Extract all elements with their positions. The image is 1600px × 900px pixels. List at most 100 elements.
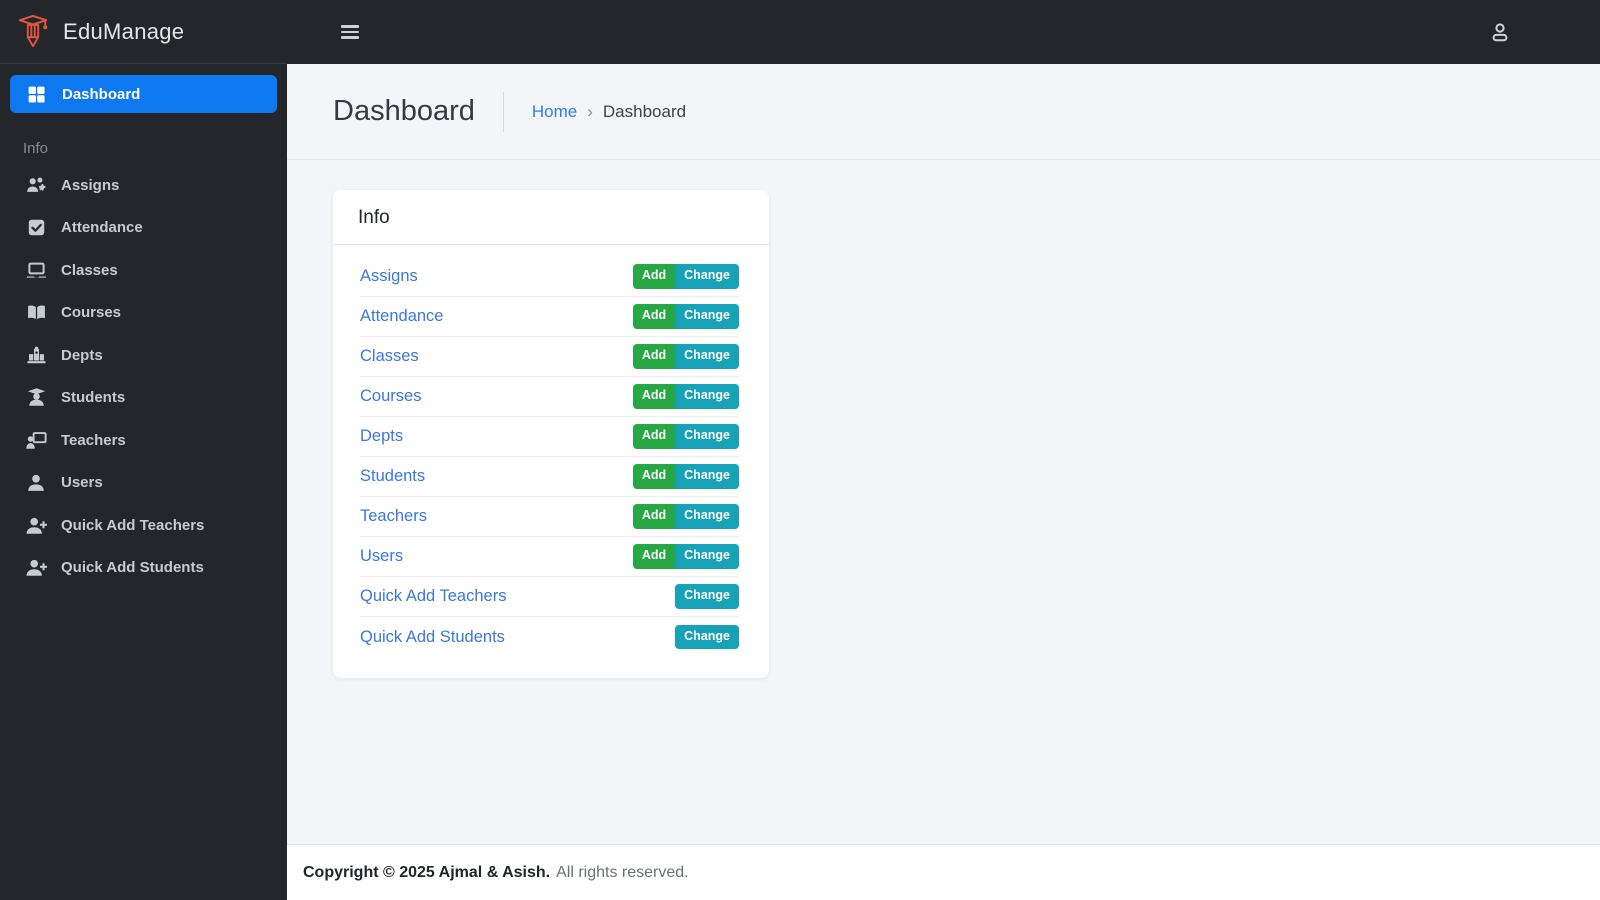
change-button[interactable]: Change [675, 264, 739, 289]
row-quick-add-teachers: Quick Add Teachers Change [360, 577, 739, 617]
info-card-title: Info [333, 190, 769, 245]
sidebar-item-assigns[interactable]: Assigns [10, 164, 277, 207]
user-graduate-icon [23, 386, 49, 409]
hamburger-icon [341, 25, 359, 39]
row-actions: Add Change [632, 504, 739, 529]
chalkboard-teacher-icon [23, 429, 49, 452]
row-actions: Add Change [632, 264, 739, 289]
model-link-users[interactable]: Users [360, 547, 403, 566]
sidebar-item-dashboard[interactable]: Dashboard [10, 75, 277, 113]
add-button[interactable]: Add [632, 464, 676, 489]
row-actions: Change [675, 624, 739, 650]
brand-link[interactable]: EduManage [0, 0, 287, 64]
sidebar-item-label: Students [61, 389, 126, 407]
university-icon [23, 344, 49, 367]
model-link-courses[interactable]: Courses [360, 387, 421, 406]
row-assigns: Assigns Add Change [360, 257, 739, 297]
footer: Copyright © 2025 Ajmal & Asish. All righ… [287, 844, 1600, 900]
model-link-assigns[interactable]: Assigns [360, 267, 418, 286]
sidebar-item-students[interactable]: Students [10, 377, 277, 420]
add-button[interactable]: Add [632, 304, 676, 329]
model-link-depts[interactable]: Depts [360, 427, 403, 446]
add-button[interactable]: Add [632, 344, 676, 369]
change-button[interactable]: Change [675, 464, 739, 489]
user-plus-icon [23, 556, 49, 579]
row-quick-add-students: Quick Add Students Change [360, 617, 739, 657]
row-actions: Add Change [632, 304, 739, 329]
sidebar-item-label: Depts [61, 346, 103, 364]
change-button[interactable]: Change [675, 584, 739, 609]
sidebar-item-quick-add-teachers[interactable]: Quick Add Teachers [10, 504, 277, 547]
row-actions: Add Change [632, 384, 739, 409]
row-actions: Add Change [632, 344, 739, 369]
row-teachers: Teachers Add Change [360, 497, 739, 537]
page-title: Dashboard [333, 95, 475, 127]
row-actions: Add Change [632, 544, 739, 569]
info-card: Info Assigns Add Change Attendance Add C… [333, 190, 769, 678]
row-actions: Add Change [632, 464, 739, 489]
model-link-quick-add-teachers[interactable]: Quick Add Teachers [360, 587, 506, 606]
book-open-icon [23, 301, 49, 324]
change-button[interactable]: Change [675, 304, 739, 329]
content-body: Info Assigns Add Change Attendance Add C… [287, 160, 1600, 844]
app-root: EduManage Dashboard Info Assigns Attenda… [0, 0, 1600, 900]
sidebar-item-depts[interactable]: Depts [10, 334, 277, 377]
grid-icon [23, 84, 49, 105]
user-icon [23, 472, 49, 494]
content-header: Dashboard Home › Dashboard [287, 64, 1600, 160]
add-button[interactable]: Add [632, 544, 676, 569]
sidebar-item-teachers[interactable]: Teachers [10, 419, 277, 462]
change-button[interactable]: Change [675, 624, 739, 650]
row-actions: Add Change [632, 424, 739, 449]
change-button[interactable]: Change [675, 424, 739, 449]
sidebar: EduManage Dashboard Info Assigns Attenda… [0, 0, 287, 900]
row-attendance: Attendance Add Change [360, 297, 739, 337]
sidebar-item-label: Attendance [61, 219, 143, 237]
sidebar-item-label: Assigns [61, 176, 120, 194]
sidebar-item-attendance[interactable]: Attendance [10, 207, 277, 250]
model-link-attendance[interactable]: Attendance [360, 307, 443, 326]
sidebar-section-label: Info [23, 140, 49, 157]
sidebar-item-label: Quick Add Teachers [61, 516, 205, 534]
sidebar-item-label: Teachers [61, 431, 126, 449]
row-actions: Change [675, 584, 739, 609]
user-outline-icon [1488, 20, 1512, 44]
sidebar-item-label: Quick Add Students [61, 559, 204, 577]
sidebar-item-courses[interactable]: Courses [10, 292, 277, 335]
user-menu-button[interactable] [1488, 20, 1512, 44]
row-depts: Depts Add Change [360, 417, 739, 457]
add-button[interactable]: Add [632, 424, 676, 449]
model-link-quick-add-students[interactable]: Quick Add Students [360, 628, 505, 647]
brand-name: EduManage [63, 18, 185, 44]
footer-copyright: Copyright © 2025 Ajmal & Asish. [303, 863, 551, 881]
info-card-body: Assigns Add Change Attendance Add Change [333, 245, 769, 678]
change-button[interactable]: Change [675, 384, 739, 409]
change-button[interactable]: Change [675, 504, 739, 529]
row-students: Students Add Change [360, 457, 739, 497]
users-gear-icon [23, 174, 49, 197]
sidebar-nav: Dashboard Info Assigns Attendance Classe… [0, 64, 287, 589]
breadcrumb-current: Dashboard [602, 101, 687, 121]
sidebar-item-classes[interactable]: Classes [10, 249, 277, 292]
breadcrumb-separator: › [587, 101, 593, 121]
model-link-students[interactable]: Students [360, 467, 425, 486]
header-divider [502, 91, 504, 132]
change-button[interactable]: Change [675, 544, 739, 569]
model-link-teachers[interactable]: Teachers [360, 507, 427, 526]
model-link-classes[interactable]: Classes [360, 347, 419, 366]
breadcrumb-home-link[interactable]: Home [532, 102, 577, 122]
add-button[interactable]: Add [632, 504, 676, 529]
change-button[interactable]: Change [675, 344, 739, 369]
sidebar-item-quick-add-students[interactable]: Quick Add Students [10, 547, 277, 590]
laptop-icon [23, 259, 49, 282]
add-button[interactable]: Add [632, 384, 676, 409]
row-courses: Courses Add Change [360, 377, 739, 417]
sidebar-item-label: Classes [61, 261, 118, 279]
add-button[interactable]: Add [632, 264, 676, 289]
sidebar-item-users[interactable]: Users [10, 462, 277, 505]
sidebar-item-label: Dashboard [62, 85, 141, 103]
sidebar-toggle-button[interactable] [341, 25, 359, 39]
check-square-icon [23, 217, 49, 238]
top-navbar [287, 0, 1600, 64]
footer-rights: All rights reserved. [556, 863, 689, 881]
